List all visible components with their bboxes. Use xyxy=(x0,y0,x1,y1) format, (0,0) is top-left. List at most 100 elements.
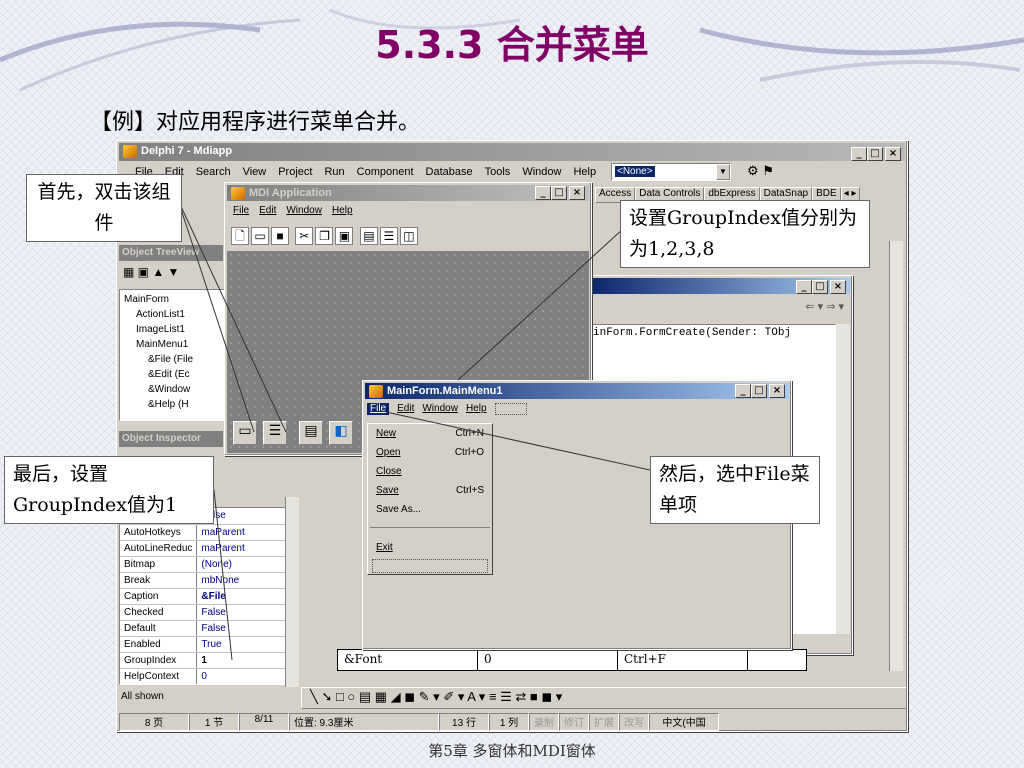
paste-icon[interactable]: ▣ xyxy=(335,227,354,245)
designer-menu-file[interactable]: File xyxy=(367,403,390,415)
close-button[interactable]: × xyxy=(885,147,901,161)
inspector-value[interactable]: False xyxy=(196,620,288,637)
nav-arrows[interactable]: ⇐ ▾ ⇒ ▾ xyxy=(805,300,844,313)
mdi-menu-window[interactable]: Window xyxy=(286,205,322,216)
tree-item[interactable]: &Edit (Ec xyxy=(124,367,220,382)
inspector-value[interactable]: maParent xyxy=(196,524,288,541)
code-scrollbar[interactable] xyxy=(836,324,850,634)
close-button[interactable]: × xyxy=(769,384,785,398)
document-scrollbar[interactable] xyxy=(889,241,903,671)
tree-item[interactable]: &File (File xyxy=(124,352,220,367)
tree-item[interactable]: &Window xyxy=(124,382,220,397)
menu-item-save-as[interactable]: Save As... xyxy=(368,500,492,519)
ide-menu-component[interactable]: Component xyxy=(357,166,414,178)
minimize-button[interactable]: _ xyxy=(735,384,751,398)
inspector-prop: Checked xyxy=(120,604,198,621)
desktop-toolbar-icons[interactable]: ⚙ ⚑ xyxy=(747,163,774,179)
tree-item[interactable]: MainForm xyxy=(124,292,220,307)
status-language: 中文(中国 xyxy=(649,713,719,731)
designer-new-item-placeholder[interactable] xyxy=(372,559,488,573)
minimize-button[interactable]: _ xyxy=(535,186,551,200)
tree-item[interactable]: MainMenu1 xyxy=(124,337,220,352)
inspector-value[interactable]: 1 xyxy=(196,652,288,669)
inspector-prop: GroupIndex xyxy=(120,652,198,669)
imagelist-component-icon[interactable]: ◧ xyxy=(329,421,353,445)
open-folder-icon[interactable]: ▭ xyxy=(251,227,269,245)
designer-new-menu-placeholder[interactable] xyxy=(494,403,527,415)
inspector-row[interactable]: Break mbNone xyxy=(120,572,288,589)
designer-menu-window[interactable]: Window xyxy=(422,403,458,415)
inspector-row[interactable]: Bitmap (None) xyxy=(120,556,288,573)
status-page: 8 页 xyxy=(119,713,189,731)
inspector-row[interactable]: Default False xyxy=(120,620,288,637)
menu-item-new[interactable]: New Ctrl+N xyxy=(368,424,492,443)
inspector-row[interactable]: HelpContext 0 xyxy=(120,668,288,684)
tile-horizontal-icon[interactable]: ☰ xyxy=(379,227,398,245)
maximize-button[interactable]: □ xyxy=(867,147,883,161)
inspector-row[interactable]: AutoHotkeys maParent xyxy=(120,524,288,541)
treeview-toolbar[interactable]: ▦ ▣ ▲ ▼ xyxy=(123,265,179,279)
designer-title: MainForm.MainMenu1 xyxy=(387,385,503,397)
maximize-button[interactable]: □ xyxy=(751,384,767,398)
inspector-row[interactable]: Caption &File xyxy=(120,588,288,605)
designer-menu-edit[interactable]: Edit xyxy=(397,403,414,415)
copy-icon[interactable]: ❐ xyxy=(315,227,334,245)
mdi-titlebar: MDI Application _ □ × xyxy=(227,185,589,201)
ide-menu-view[interactable]: View xyxy=(243,166,267,178)
inspector-value[interactable]: maParent xyxy=(196,540,288,557)
maximize-button[interactable]: □ xyxy=(812,280,828,294)
ide-menu-project[interactable]: Project xyxy=(278,166,312,178)
cascade-icon[interactable]: ▤ xyxy=(359,227,378,245)
inspector-scrollbar[interactable] xyxy=(285,497,299,687)
inspector-row[interactable]: Enabled True xyxy=(120,636,288,653)
inspector-row[interactable]: Checked False xyxy=(120,604,288,621)
close-button[interactable]: × xyxy=(830,280,846,294)
save-icon[interactable]: ■ xyxy=(271,227,289,245)
new-file-icon[interactable]: 🗋 xyxy=(231,227,249,245)
status-mode-rec[interactable]: 录制 xyxy=(529,713,559,731)
menu-item-open[interactable]: Open Ctrl+O xyxy=(368,443,492,462)
ide-menu-tools[interactable]: Tools xyxy=(485,166,511,178)
ide-menu-database[interactable]: Database xyxy=(426,166,473,178)
designer-menu-help[interactable]: Help xyxy=(466,403,487,415)
maximize-button[interactable]: □ xyxy=(551,186,567,200)
tree-item[interactable]: &Help (H xyxy=(124,397,220,412)
tree-item[interactable]: ImageList1 xyxy=(124,322,220,337)
ide-menu-search[interactable]: Search xyxy=(196,166,231,178)
cut-icon[interactable]: ✂ xyxy=(295,227,314,245)
mainmenu-component-icon[interactable]: ☰ xyxy=(263,421,287,445)
inspector-value[interactable]: False xyxy=(196,604,288,621)
status-mode-ovr[interactable]: 改写 xyxy=(619,713,649,731)
inspector-value[interactable]: mbNone xyxy=(196,572,288,589)
mdi-menu-edit[interactable]: Edit xyxy=(259,205,276,216)
status-mode-ext[interactable]: 扩展 xyxy=(589,713,619,731)
opendialog-component-icon[interactable]: ▭ xyxy=(233,421,257,445)
inspector-value[interactable]: &File xyxy=(196,588,288,605)
drawing-toolbar[interactable]: ╲ ➘ □ ○ ▤ ▦ ◢ ◼ ✎ ▾ ✐ ▾ A ▾ ≡ ☰ ⇄ ■ ◼ ▾ xyxy=(301,687,907,709)
menu-item-close[interactable]: Close xyxy=(368,462,492,481)
status-position: 位置: 9.3厘米 xyxy=(289,713,439,731)
ide-menu-window[interactable]: Window xyxy=(522,166,561,178)
menu-item-save[interactable]: Save Ctrl+S xyxy=(368,481,492,500)
ide-menu-run[interactable]: Run xyxy=(324,166,344,178)
inspector-row[interactable]: AutoLineReduc maParent xyxy=(120,540,288,557)
inspector-value[interactable]: 0 xyxy=(196,668,288,684)
mdi-menu-help[interactable]: Help xyxy=(332,205,353,216)
inspector-row[interactable]: GroupIndex 1 xyxy=(120,652,288,669)
status-mode-trk[interactable]: 修订 xyxy=(559,713,589,731)
tile-vertical-icon[interactable]: ◫ xyxy=(399,227,418,245)
treeview-title: Object TreeView xyxy=(119,245,223,261)
mdi-menu-file[interactable]: File xyxy=(233,205,249,216)
desktop-combo[interactable]: <None> ▼ xyxy=(611,163,731,181)
ide-menu-help[interactable]: Help xyxy=(573,166,596,178)
inspector-value[interactable]: True xyxy=(196,636,288,653)
inspector-value[interactable]: (None) xyxy=(196,556,288,573)
tree-item[interactable]: ActionList1 xyxy=(124,307,220,322)
menu-item-exit[interactable]: Exit xyxy=(368,538,492,557)
chevron-down-icon[interactable]: ▼ xyxy=(716,164,730,180)
minimize-button[interactable]: _ xyxy=(851,147,867,161)
inspector-table: AutoCheckFalseAutoHotkeysmaParentAutoLin… xyxy=(120,508,288,684)
minimize-button[interactable]: _ xyxy=(796,280,812,294)
actionlist-component-icon[interactable]: ▤ xyxy=(299,421,323,445)
close-button[interactable]: × xyxy=(569,186,585,200)
